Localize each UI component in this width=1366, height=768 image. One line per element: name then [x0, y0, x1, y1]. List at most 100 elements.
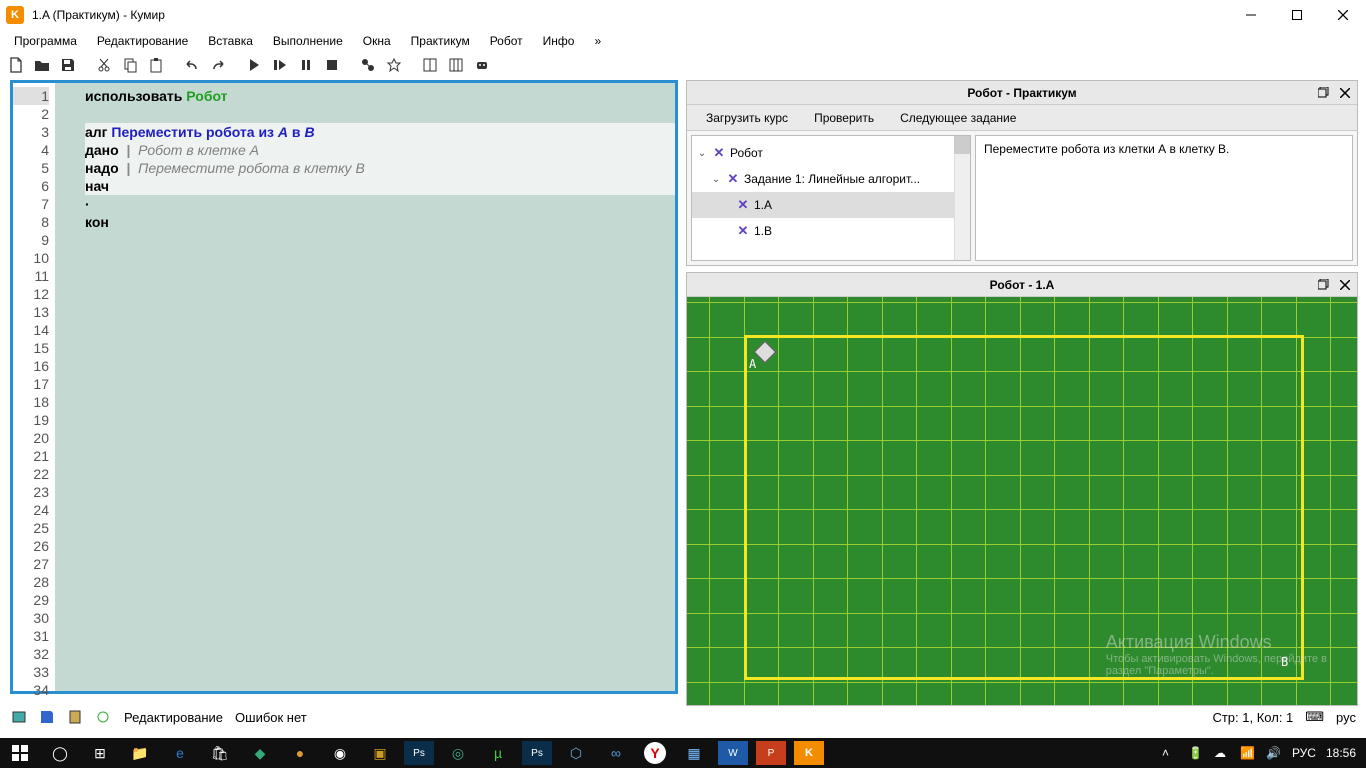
task-description: Переместите робота из клетки А в клетку …	[975, 135, 1353, 261]
taskbar-yandex-icon[interactable]: Y	[644, 742, 666, 764]
app-icon: K	[6, 6, 24, 24]
redo-icon[interactable]	[206, 53, 230, 77]
window-title: 1.A (Практикум) - Кумир	[32, 8, 1228, 22]
taskbar-ps-icon[interactable]: Ps	[404, 741, 434, 765]
menu-more[interactable]: »	[584, 32, 611, 50]
taskbar-app7-icon[interactable]: ▦	[674, 738, 714, 768]
menu-program[interactable]: Программа	[4, 32, 87, 50]
x-icon: ✕	[726, 172, 740, 186]
scroll-thumb[interactable]	[954, 136, 970, 154]
panel-restore-icon[interactable]	[1315, 85, 1331, 101]
status-mode: Редактирование	[124, 710, 223, 725]
alg-name: Переместить робота из	[111, 124, 278, 140]
main-area: 1234567891011121314151617181920212223242…	[0, 78, 1366, 703]
panel-close-icon[interactable]	[1337, 85, 1353, 101]
practicum-panel: Робот - Практикум Загрузить курс Провери…	[686, 80, 1358, 266]
robot-header: Робот - 1.A	[687, 273, 1357, 297]
tree-root-label: Робот	[730, 146, 763, 160]
panel-restore-icon[interactable]	[1315, 277, 1331, 293]
taskbar-word-icon[interactable]: W	[718, 741, 748, 765]
taskbar-ps2-icon[interactable]: Ps	[522, 741, 552, 765]
menu-windows[interactable]: Окна	[353, 32, 401, 50]
menu-practicum[interactable]: Практикум	[401, 32, 480, 50]
taskbar: ◯ ⊞ 📁 e 🛍 ◆ ● ◉ ▣ Ps ◎ µ Ps ⬡ ∞ Y ▦ W P …	[0, 738, 1366, 768]
copy-icon[interactable]	[118, 53, 142, 77]
undo-icon[interactable]	[180, 53, 204, 77]
tree-item-1a[interactable]: ✕ 1.A	[692, 192, 970, 218]
new-file-icon[interactable]	[4, 53, 28, 77]
menu-insert[interactable]: Вставка	[198, 32, 263, 50]
tray-battery-icon[interactable]: 🔋	[1188, 746, 1204, 760]
taskbar-app4-icon[interactable]: ◎	[438, 738, 478, 768]
tree-item-1b[interactable]: ✕ 1.B	[692, 218, 970, 244]
taskbar-store-icon[interactable]: 🛍	[200, 738, 240, 768]
taskbar-app6-icon[interactable]: ∞	[596, 738, 636, 768]
taskbar-app2-icon[interactable]: ●	[280, 738, 320, 768]
chevron-down-icon: ⌄	[710, 174, 722, 185]
sb-icon-2[interactable]	[38, 708, 56, 726]
robot-title: Робот - 1.A	[990, 278, 1055, 292]
close-button[interactable]	[1320, 0, 1366, 30]
taskbar-edge-icon[interactable]: e	[160, 738, 200, 768]
panel-close-icon[interactable]	[1337, 277, 1353, 293]
tray-lang[interactable]: РУС	[1292, 746, 1316, 760]
code-editor[interactable]: 1234567891011121314151617181920212223242…	[10, 80, 678, 694]
taskbar-app5-icon[interactable]: ⬡	[556, 738, 596, 768]
minimize-button[interactable]	[1228, 0, 1274, 30]
x-icon: ✕	[736, 224, 750, 238]
label-b: B	[1281, 655, 1288, 669]
practicum-tabs: Загрузить курс Проверить Следующее задан…	[687, 105, 1357, 131]
step-icon[interactable]	[268, 53, 292, 77]
module-name: Робот	[186, 88, 227, 104]
tree-group[interactable]: ⌄ ✕ Задание 1: Линейные алгорит...	[692, 166, 970, 192]
open-file-icon[interactable]	[30, 53, 54, 77]
sb-icon-4[interactable]	[94, 708, 112, 726]
tester-icon[interactable]	[382, 53, 406, 77]
run-icon[interactable]	[242, 53, 266, 77]
tray-onedrive-icon[interactable]: ☁	[1214, 746, 1230, 760]
taskbar-utorrent-icon[interactable]: µ	[478, 738, 518, 768]
taskbar-chrome-icon[interactable]: ◉	[320, 738, 360, 768]
layout2-icon[interactable]	[444, 53, 468, 77]
layout1-icon[interactable]	[418, 53, 442, 77]
taskbar-kumir-icon[interactable]: K	[794, 741, 824, 765]
robot-field[interactable]: A B Активация Windows Чтобы активировать…	[687, 297, 1357, 705]
tab-next-task[interactable]: Следующее задание	[887, 106, 1029, 130]
keyboard-icon[interactable]: ⌨	[1305, 709, 1324, 725]
maximize-button[interactable]	[1274, 0, 1320, 30]
cut-icon[interactable]	[92, 53, 116, 77]
menu-info[interactable]: Инфо	[533, 32, 585, 50]
tray-chevron-icon[interactable]: ˄	[1162, 746, 1178, 760]
taskbar-ppt-icon[interactable]: P	[756, 741, 786, 765]
menu-robot[interactable]: Робот	[480, 32, 533, 50]
tab-load-course[interactable]: Загрузить курс	[693, 106, 801, 130]
menu-run[interactable]: Выполнение	[263, 32, 353, 50]
pause-icon[interactable]	[294, 53, 318, 77]
comment-dano: Робот в клетке А	[138, 142, 259, 158]
save-file-icon[interactable]	[56, 53, 80, 77]
taskbar-app1-icon[interactable]: ◆	[240, 738, 280, 768]
taskbar-explorer-icon[interactable]: 📁	[120, 738, 160, 768]
taskbar-taskview-icon[interactable]: ⊞	[80, 738, 120, 768]
tab-check[interactable]: Проверить	[801, 106, 887, 130]
taskbar-search-icon[interactable]: ◯	[40, 738, 80, 768]
task-tree[interactable]: ⌄ ✕ Робот ⌄ ✕ Задание 1: Линейные алгори…	[691, 135, 971, 261]
status-lang[interactable]: рус	[1336, 710, 1356, 725]
menu-edit[interactable]: Редактирование	[87, 32, 198, 50]
tray-time[interactable]: 18:56	[1326, 746, 1356, 760]
tree-root[interactable]: ⌄ ✕ Робот	[692, 140, 970, 166]
code-area[interactable]: использовать Робот алг Переместить робот…	[85, 83, 675, 691]
paste-icon[interactable]	[144, 53, 168, 77]
tree-group-label: Задание 1: Линейные алгорит...	[744, 172, 920, 186]
start-button[interactable]	[0, 738, 40, 768]
robot-boundary	[744, 335, 1304, 680]
taskbar-app3-icon[interactable]: ▣	[360, 738, 400, 768]
scrollbar[interactable]	[954, 136, 970, 260]
sb-icon-3[interactable]	[66, 708, 84, 726]
sb-icon-1[interactable]	[10, 708, 28, 726]
stop-icon[interactable]	[320, 53, 344, 77]
tray-volume-icon[interactable]: 🔊	[1266, 746, 1282, 760]
actor-icon[interactable]	[356, 53, 380, 77]
tray-wifi-icon[interactable]: 📶	[1240, 746, 1256, 760]
remote-icon[interactable]	[470, 53, 494, 77]
